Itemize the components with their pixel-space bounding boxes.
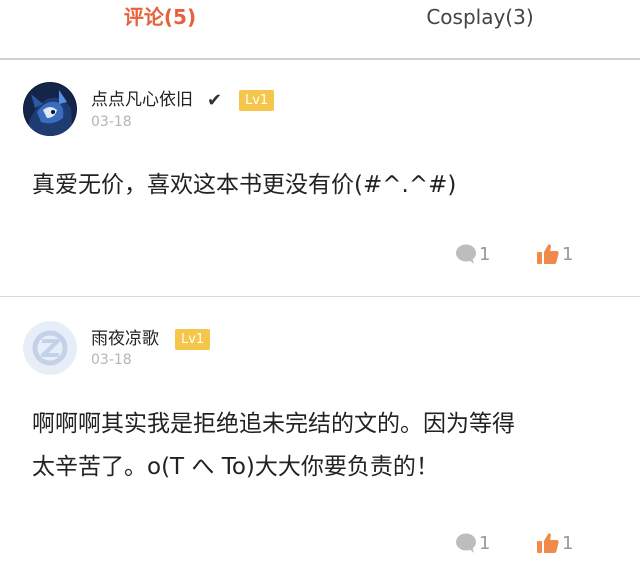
username[interactable]: 点点凡心依旧 [91, 89, 193, 111]
comment-tabs: 评论(5) Cosplay(3) [0, 0, 640, 42]
like-button[interactable]: 1 [536, 242, 573, 266]
comment-date: 03-18 [91, 114, 132, 130]
verified-check-icon: ✔ [207, 90, 223, 111]
comment-text-line: 太辛苦了。o(T へ To)大大你要负责的！ [32, 454, 439, 480]
tab-comments[interactable]: 评论(5) [0, 4, 320, 30]
level-badge: Lv1 [239, 90, 275, 111]
dark-anime-avatar-icon [23, 82, 77, 136]
reply-count: 1 [479, 532, 491, 554]
comment-item: 雨夜凉歌 Lv1 03-18 啊啊啊其实我是拒绝追未完结的文的。因为等得 太辛苦… [0, 297, 640, 587]
username[interactable]: 雨夜凉歌 [91, 328, 159, 350]
comment-bubble-icon [456, 244, 476, 264]
like-button[interactable]: 1 [536, 531, 573, 555]
tab-cosplay[interactable]: Cosplay(3) [320, 4, 640, 30]
thumbs-up-icon [537, 244, 559, 264]
like-count: 1 [562, 532, 574, 554]
thumbs-up-icon [537, 533, 559, 553]
comment-text-line: 啊啊啊其实我是拒绝追未完结的文的。因为等得 [32, 411, 515, 437]
comment-text: 真爱无价，喜欢这本书更没有价(#^.^#) [32, 172, 457, 198]
comment-date: 03-18 [91, 352, 132, 368]
comment-text: 啊啊啊其实我是拒绝追未完结的文的。因为等得 太辛苦了。o(T へ To)大大你要… [32, 403, 612, 489]
comment-item: 点点凡心依旧 ✔ Lv1 03-18 真爱无价，喜欢这本书更没有价(#^.^#)… [0, 60, 640, 296]
level-badge: Lv1 [175, 329, 211, 350]
reply-button[interactable]: 1 [455, 242, 490, 266]
default-qq-avatar-icon [23, 321, 77, 375]
like-count: 1 [562, 243, 574, 265]
reply-button[interactable]: 1 [455, 531, 490, 555]
reply-count: 1 [479, 243, 491, 265]
comment-bubble-icon [456, 533, 476, 553]
avatar[interactable] [23, 321, 77, 375]
avatar[interactable] [23, 82, 77, 136]
